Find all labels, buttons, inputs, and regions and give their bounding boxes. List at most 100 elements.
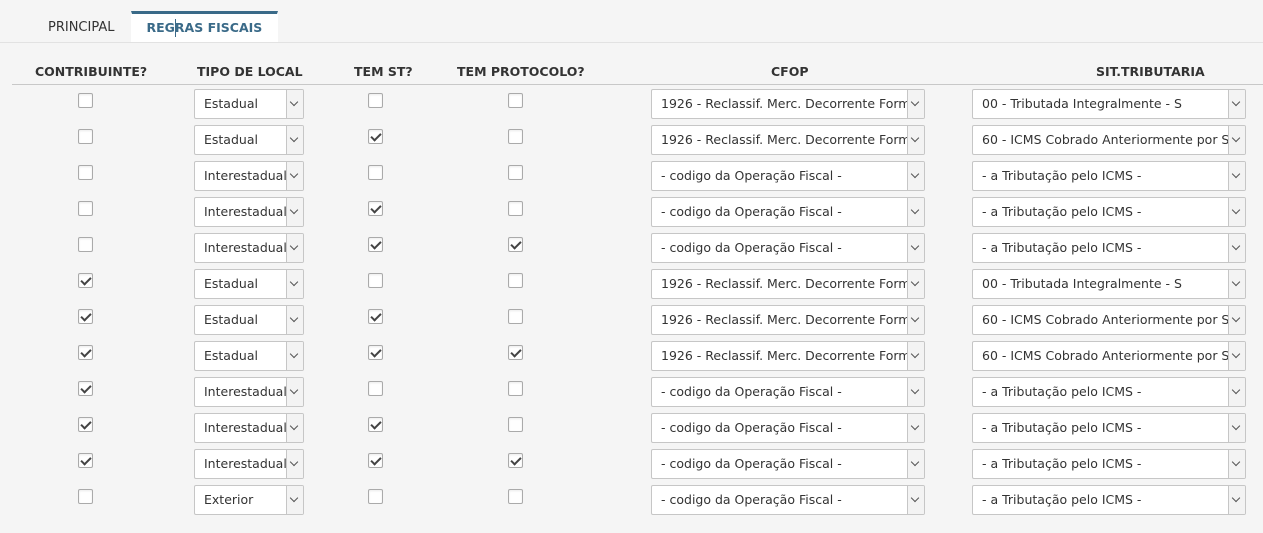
tem-st-checkbox[interactable] [368, 93, 383, 108]
cfop-select[interactable]: - codigo da Operação Fiscal - [651, 413, 925, 443]
contribuinte-checkbox[interactable] [78, 417, 93, 432]
tipo-local-select[interactable]: Interestadual [194, 161, 304, 191]
chevron-down-icon[interactable] [286, 162, 303, 190]
tipo-local-select[interactable]: Interestadual [194, 449, 304, 479]
chevron-down-icon[interactable] [1228, 342, 1245, 370]
cfop-select[interactable]: 1926 - Reclassif. Merc. Decorrente Forma… [651, 89, 925, 119]
tem-protocolo-checkbox[interactable] [508, 381, 523, 396]
tem-st-checkbox[interactable] [368, 309, 383, 324]
chevron-down-icon[interactable] [907, 162, 924, 190]
tem-st-checkbox[interactable] [368, 129, 383, 144]
cfop-select[interactable]: 1926 - Reclassif. Merc. Decorrente Forma… [651, 125, 925, 155]
cfop-select[interactable]: - codigo da Operação Fiscal - [651, 161, 925, 191]
chevron-down-icon[interactable] [1228, 126, 1245, 154]
cfop-select[interactable]: 1926 - Reclassif. Merc. Decorrente Forma… [651, 269, 925, 299]
contribuinte-checkbox[interactable] [78, 309, 93, 324]
contribuinte-checkbox[interactable] [78, 237, 93, 252]
chevron-down-icon[interactable] [1228, 162, 1245, 190]
sit-tributaria-select[interactable]: - a Tributação pelo ICMS - [972, 233, 1246, 263]
contribuinte-checkbox[interactable] [78, 165, 93, 180]
chevron-down-icon[interactable] [907, 342, 924, 370]
tem-protocolo-checkbox[interactable] [508, 417, 523, 432]
tem-protocolo-checkbox[interactable] [508, 273, 523, 288]
cfop-select[interactable]: - codigo da Operação Fiscal - [651, 449, 925, 479]
tem-protocolo-checkbox[interactable] [508, 165, 523, 180]
chevron-down-icon[interactable] [907, 414, 924, 442]
tem-st-checkbox[interactable] [368, 237, 383, 252]
sit-tributaria-select[interactable]: 60 - ICMS Cobrado Anteriormente por Subs [972, 305, 1246, 335]
contribuinte-checkbox[interactable] [78, 129, 93, 144]
chevron-down-icon[interactable] [286, 270, 303, 298]
chevron-down-icon[interactable] [286, 126, 303, 154]
chevron-down-icon[interactable] [1228, 450, 1245, 478]
chevron-down-icon[interactable] [286, 486, 303, 514]
tipo-local-select[interactable]: Estadual [194, 341, 304, 371]
chevron-down-icon[interactable] [286, 90, 303, 118]
sit-tributaria-select[interactable]: - a Tributação pelo ICMS - [972, 377, 1246, 407]
sit-tributaria-select[interactable]: - a Tributação pelo ICMS - [972, 197, 1246, 227]
chevron-down-icon[interactable] [286, 306, 303, 334]
chevron-down-icon[interactable] [286, 198, 303, 226]
chevron-down-icon[interactable] [1228, 198, 1245, 226]
tem-protocolo-checkbox[interactable] [508, 93, 523, 108]
tem-st-checkbox[interactable] [368, 417, 383, 432]
tipo-local-select[interactable]: Interestadual [194, 233, 304, 263]
tipo-local-select[interactable]: Estadual [194, 89, 304, 119]
tem-protocolo-checkbox[interactable] [508, 129, 523, 144]
chevron-down-icon[interactable] [286, 414, 303, 442]
sit-tributaria-select[interactable]: - a Tributação pelo ICMS - [972, 413, 1246, 443]
tipo-local-select[interactable]: Exterior [194, 485, 304, 515]
tem-st-checkbox[interactable] [368, 453, 383, 468]
contribuinte-checkbox[interactable] [78, 453, 93, 468]
tipo-local-select[interactable]: Estadual [194, 269, 304, 299]
tem-protocolo-checkbox[interactable] [508, 237, 523, 252]
chevron-down-icon[interactable] [1228, 270, 1245, 298]
cfop-select[interactable]: - codigo da Operação Fiscal - [651, 233, 925, 263]
chevron-down-icon[interactable] [1228, 306, 1245, 334]
tem-st-checkbox[interactable] [368, 345, 383, 360]
tab-principal[interactable]: PRINCIPAL [32, 12, 131, 42]
chevron-down-icon[interactable] [907, 450, 924, 478]
cfop-select[interactable]: - codigo da Operação Fiscal - [651, 485, 925, 515]
chevron-down-icon[interactable] [1228, 486, 1245, 514]
tab-regras-fiscais[interactable]: REGRAS FISCAIS [130, 11, 279, 42]
contribuinte-checkbox[interactable] [78, 201, 93, 216]
tem-protocolo-checkbox[interactable] [508, 309, 523, 324]
contribuinte-checkbox[interactable] [78, 381, 93, 396]
chevron-down-icon[interactable] [907, 198, 924, 226]
cfop-select[interactable]: 1926 - Reclassif. Merc. Decorrente Forma… [651, 305, 925, 335]
sit-tributaria-select[interactable]: 00 - Tributada Integralmente - S [972, 89, 1246, 119]
tem-st-checkbox[interactable] [368, 201, 383, 216]
tipo-local-select[interactable]: Estadual [194, 305, 304, 335]
contribuinte-checkbox[interactable] [78, 273, 93, 288]
tipo-local-select[interactable]: Interestadual [194, 377, 304, 407]
cfop-select[interactable]: 1926 - Reclassif. Merc. Decorrente Forma… [651, 341, 925, 371]
chevron-down-icon[interactable] [907, 234, 924, 262]
chevron-down-icon[interactable] [907, 90, 924, 118]
tem-protocolo-checkbox[interactable] [508, 453, 523, 468]
tem-st-checkbox[interactable] [368, 489, 383, 504]
chevron-down-icon[interactable] [907, 270, 924, 298]
chevron-down-icon[interactable] [1228, 234, 1245, 262]
chevron-down-icon[interactable] [907, 486, 924, 514]
tipo-local-select[interactable]: Interestadual [194, 197, 304, 227]
chevron-down-icon[interactable] [1228, 378, 1245, 406]
tem-st-checkbox[interactable] [368, 381, 383, 396]
sit-tributaria-select[interactable]: - a Tributação pelo ICMS - [972, 449, 1246, 479]
contribuinte-checkbox[interactable] [78, 489, 93, 504]
contribuinte-checkbox[interactable] [78, 345, 93, 360]
chevron-down-icon[interactable] [907, 378, 924, 406]
sit-tributaria-select[interactable]: - a Tributação pelo ICMS - [972, 485, 1246, 515]
tem-st-checkbox[interactable] [368, 165, 383, 180]
chevron-down-icon[interactable] [907, 126, 924, 154]
cfop-select[interactable]: - codigo da Operação Fiscal - [651, 197, 925, 227]
chevron-down-icon[interactable] [286, 378, 303, 406]
sit-tributaria-select[interactable]: 60 - ICMS Cobrado Anteriormente por Subs [972, 341, 1246, 371]
chevron-down-icon[interactable] [1228, 414, 1245, 442]
tem-protocolo-checkbox[interactable] [508, 489, 523, 504]
sit-tributaria-select[interactable]: 00 - Tributada Integralmente - S [972, 269, 1246, 299]
tem-st-checkbox[interactable] [368, 273, 383, 288]
chevron-down-icon[interactable] [1228, 90, 1245, 118]
chevron-down-icon[interactable] [286, 450, 303, 478]
contribuinte-checkbox[interactable] [78, 93, 93, 108]
